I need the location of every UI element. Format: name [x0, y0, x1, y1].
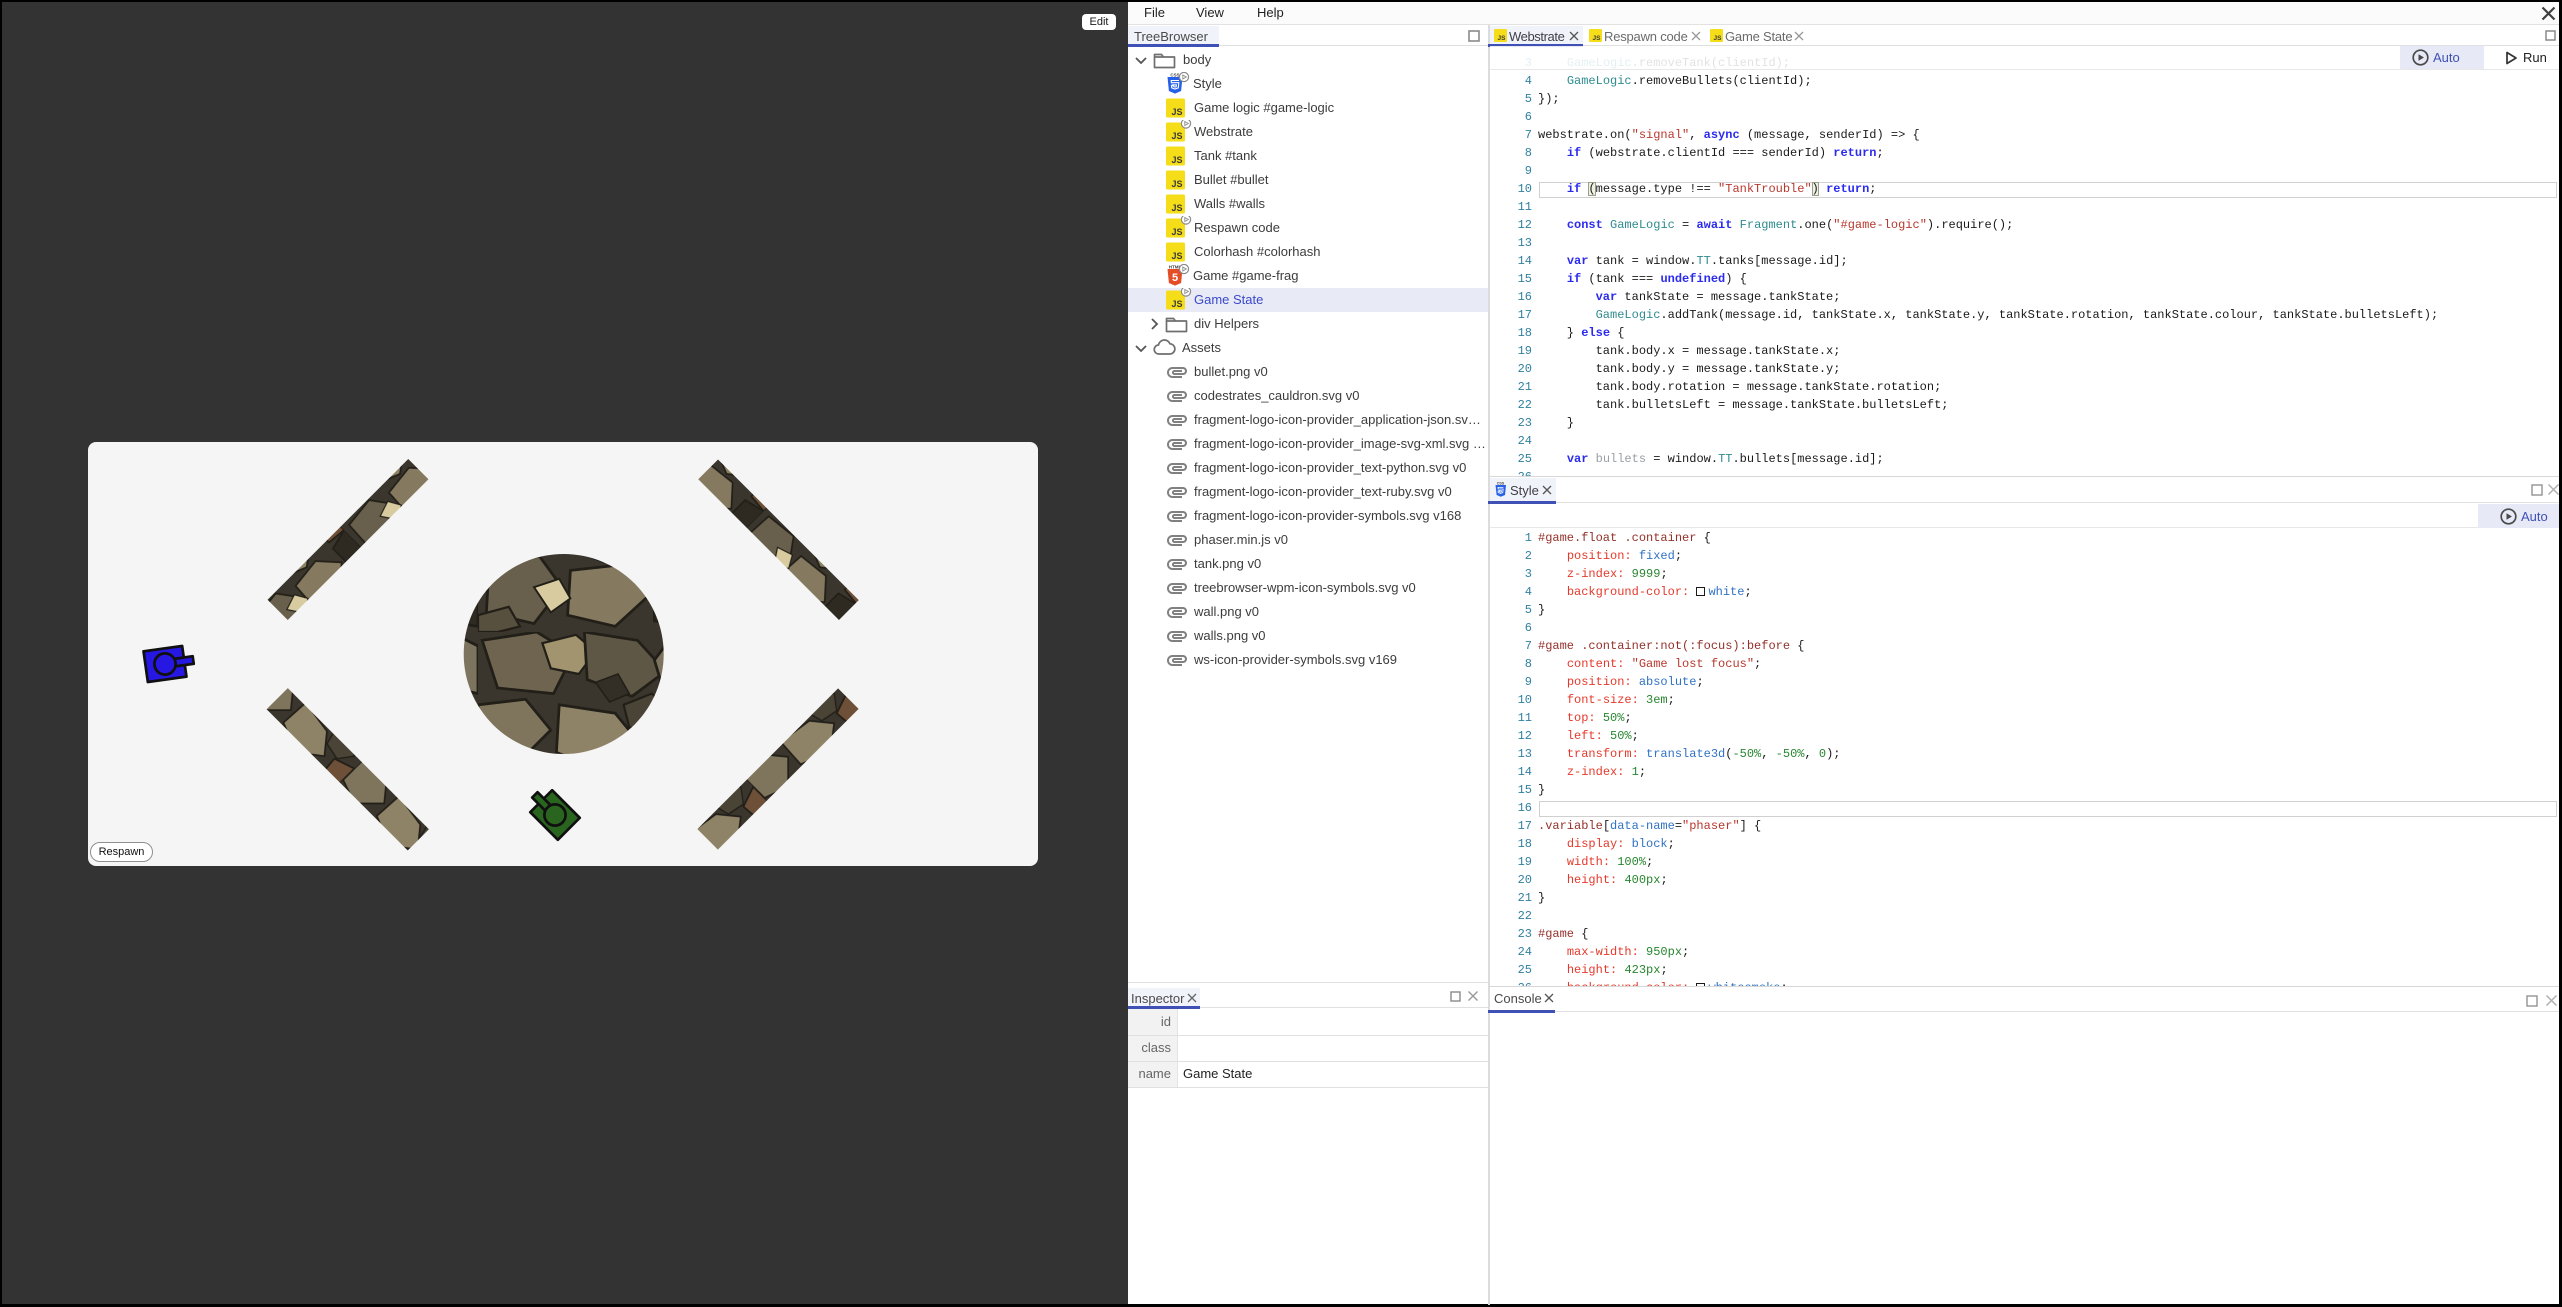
svg-text:JS: JS [1171, 155, 1182, 165]
svg-text:JS: JS [1171, 107, 1182, 117]
svg-text:JS: JS [1171, 227, 1182, 237]
svg-text:JS: JS [1171, 251, 1182, 261]
svg-text:JS: JS [1171, 299, 1182, 309]
svg-text:JS: JS [1714, 35, 1723, 42]
svg-text:JS: JS [1171, 131, 1182, 141]
svg-text:JS: JS [1171, 203, 1182, 213]
svg-text:5: 5 [1172, 272, 1178, 284]
svg-text:CSS: CSS [1170, 73, 1179, 78]
svg-text:JS: JS [1593, 35, 1602, 42]
svg-text:JS: JS [1171, 179, 1182, 189]
svg-text:JS: JS [1498, 35, 1507, 42]
